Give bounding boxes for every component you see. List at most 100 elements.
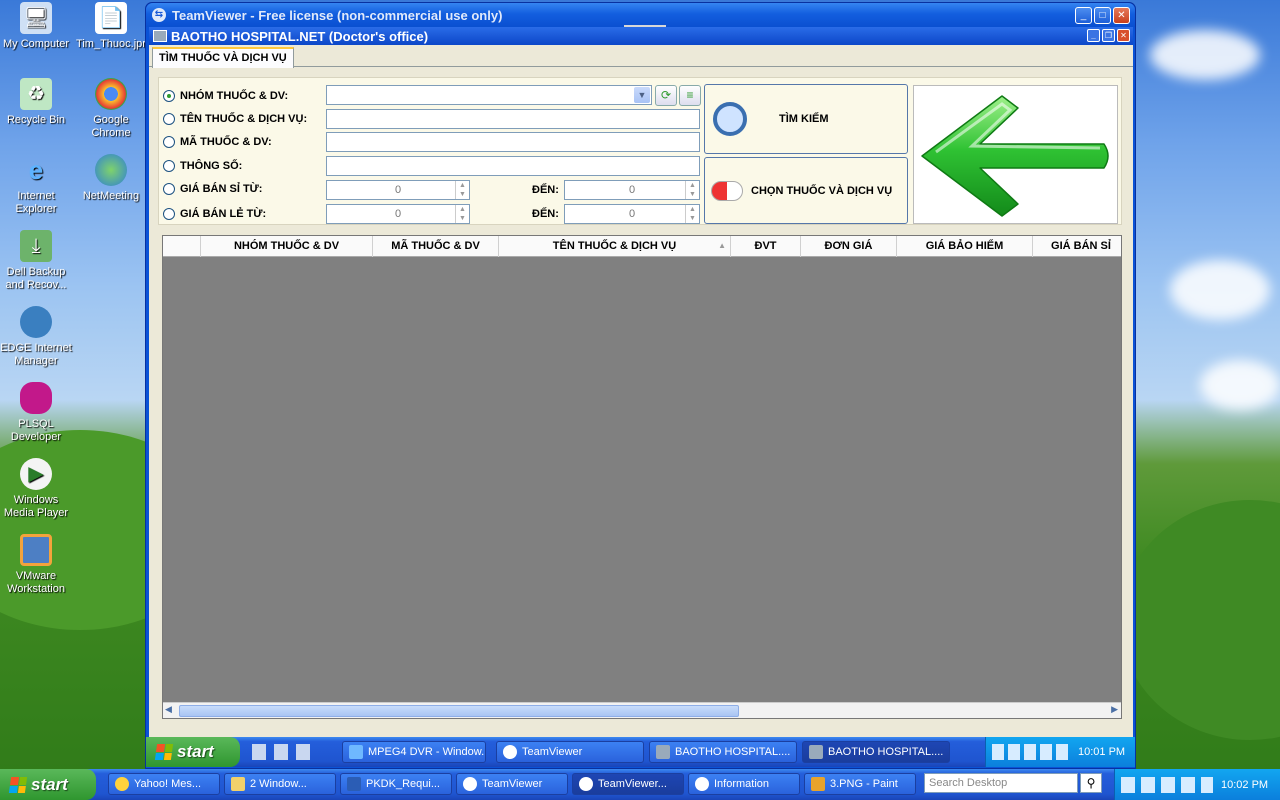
wholesale-max-stepper[interactable]: 0 ▲ ▼ [564, 180, 700, 200]
ie-icon: e [28, 154, 44, 185]
remote-task-baotho-2[interactable]: BAOTHO HOSPITAL.... [802, 741, 950, 763]
wholesale-min-stepper[interactable]: 0 ▲ ▼ [326, 180, 470, 200]
remote-start-button[interactable]: start [146, 737, 240, 767]
desktop-icon-tim-thuoc[interactable]: 📄 Tim_Thuoc.jpr [75, 2, 147, 51]
radio-button[interactable] [163, 136, 175, 148]
task-yahoo[interactable]: Yahoo! Mes... [108, 773, 220, 795]
backup-icon: ⤓ [20, 230, 52, 262]
results-grid[interactable]: NHÓM THUỐC & DV MÃ THUỐC & DV TÊN THUỐC … [162, 235, 1122, 719]
scrollbar-thumb[interactable] [179, 705, 739, 717]
task-information[interactable]: Information [688, 773, 800, 795]
start-button[interactable]: start [0, 769, 96, 800]
tray-icons[interactable] [1121, 776, 1213, 793]
teamviewer-icon [463, 777, 477, 791]
desktop-icon-netmeeting[interactable]: NetMeeting [75, 154, 147, 203]
desktop-icon-edge-manager[interactable]: EDGE Internet Manager [0, 306, 72, 368]
remote-clock[interactable]: 10:01 PM [1078, 746, 1125, 758]
tab-tim-thuoc[interactable]: TÌM THUỐC VÀ DỊCH VỤ [152, 47, 294, 68]
search-button[interactable]: TÌM KIẾM [704, 84, 908, 154]
maximize-button[interactable]: □ [1094, 7, 1111, 24]
column-header-name[interactable]: TÊN THUỐC & DỊCH VỤ ▲ [499, 236, 731, 257]
task-teamviewer-1[interactable]: TeamViewer [456, 773, 568, 795]
database-button[interactable]: ≡ [679, 85, 701, 106]
app-close-button[interactable]: ✕ [1117, 29, 1130, 42]
local-taskbar: start Yahoo! Mes... 2 Window... PKDK_Req… [0, 769, 1280, 800]
netmeeting-icon [95, 154, 127, 186]
clock[interactable]: 10:02 PM [1221, 779, 1268, 791]
desktop-search-input[interactable]: Search Desktop [924, 773, 1078, 793]
teamviewer-title: TeamViewer - Free license (non-commercia… [172, 8, 503, 23]
database-icon [20, 382, 52, 414]
horizontal-scrollbar[interactable]: ◀ ▶ [163, 702, 1121, 718]
radio-wholesale-filter[interactable]: GIÁ BÁN SỈ TỪ: [163, 180, 262, 198]
app-restore-button[interactable]: ❐ [1102, 29, 1115, 42]
radio-button[interactable] [163, 113, 175, 125]
radio-code-filter[interactable]: MÃ THUỐC & DV: [163, 133, 272, 151]
column-header-insurance-price[interactable]: GIÁ BẢO HIỂM [897, 236, 1033, 257]
spin-arrows-icon[interactable]: ▲ ▼ [685, 205, 699, 223]
search-panel: NHÓM THUỐC & DV: ▼ ⟳ ≡ TÊN THUỐC & DỊCH … [158, 77, 1122, 225]
radio-button[interactable] [163, 183, 175, 195]
teamviewer-title-bar[interactable]: ⇆ TeamViewer - Free license (non-commerc… [146, 3, 1135, 27]
desktop-icon-media-player[interactable]: ▶ Windows Media Player [0, 458, 72, 520]
column-header-wholesale-price[interactable]: GIÁ BÁN SỈ [1033, 236, 1129, 257]
column-header-selector[interactable] [163, 236, 201, 257]
teamviewer-icon [503, 745, 517, 759]
app-title-bar[interactable]: BAOTHO HOSPITAL.NET (Doctor's office) _ … [149, 27, 1133, 45]
spin-arrows-icon[interactable]: ▲ ▼ [455, 181, 469, 199]
column-header-price[interactable]: ĐƠN GIÁ [801, 236, 897, 257]
task-paint[interactable]: 3.PNG - Paint [804, 773, 916, 795]
task-windows-explorer[interactable]: 2 Window... [224, 773, 336, 795]
radio-button[interactable] [163, 160, 175, 172]
desktop-icon-my-computer[interactable]: 🖥 My Computer [0, 2, 72, 51]
radio-button[interactable] [163, 208, 175, 220]
column-header-code[interactable]: MÃ THUỐC & DV [373, 236, 499, 257]
radio-spec-filter[interactable]: THÔNG SỐ: [163, 157, 242, 175]
radio-button[interactable] [163, 90, 175, 102]
spec-input[interactable] [326, 156, 700, 176]
chevron-down-icon[interactable]: ▼ [634, 87, 650, 103]
desktop-icon-plsql[interactable]: PLSQL Developer [0, 382, 72, 444]
grid-header: NHÓM THUỐC & DV MÃ THUỐC & DV TÊN THUỐC … [163, 236, 1121, 257]
media-player-icon: ▶ [20, 458, 52, 490]
app-minimize-button[interactable]: _ [1087, 29, 1100, 42]
search-icon[interactable]: ⚲ [1080, 773, 1102, 793]
spin-arrows-icon[interactable]: ▲ ▼ [685, 181, 699, 199]
remote-system-tray: 10:01 PM [985, 737, 1135, 767]
desktop-icon-dell-backup[interactable]: ⤓ Dell Backup and Recov... [0, 230, 72, 292]
chrome-icon [95, 78, 127, 110]
computer-icon: 🖥 [20, 2, 52, 34]
app-icon [656, 745, 670, 759]
remote-task-teamviewer[interactable]: TeamViewer [496, 741, 644, 763]
desktop-icon-chrome[interactable]: Google Chrome [75, 78, 147, 140]
desktop-icon-ie[interactable]: e Internet Explorer [0, 154, 72, 216]
remote-task-mpeg4[interactable]: MPEG4 DVR - Window... [342, 741, 486, 763]
task-word-document[interactable]: PKDK_Requi... [340, 773, 452, 795]
back-arrow[interactable] [913, 85, 1118, 224]
vmware-icon [20, 534, 52, 566]
task-teamviewer-2[interactable]: TeamViewer... [572, 773, 684, 795]
retail-min-stepper[interactable]: 0 ▲ ▼ [326, 204, 470, 224]
radio-name-filter[interactable]: TÊN THUỐC & DỊCH VỤ: [163, 110, 307, 128]
column-header-group[interactable]: NHÓM THUỐC & DV [201, 236, 373, 257]
scroll-left-icon[interactable]: ◀ [165, 704, 172, 715]
minimize-button[interactable]: _ [1075, 7, 1092, 24]
desktop-icon-recycle-bin[interactable]: ♻ Recycle Bin [0, 78, 72, 127]
system-tray: 10:02 PM [1114, 769, 1280, 800]
group-dropdown[interactable]: ▼ [326, 85, 652, 105]
desktop-icon-vmware[interactable]: VMware Workstation [0, 534, 72, 596]
refresh-button[interactable]: ⟳ [655, 85, 677, 106]
scroll-right-icon[interactable]: ▶ [1111, 704, 1118, 715]
close-button[interactable]: ✕ [1113, 7, 1130, 24]
radio-group-filter[interactable]: NHÓM THUỐC & DV: [163, 87, 288, 105]
retail-max-stepper[interactable]: 0 ▲ ▼ [564, 204, 700, 224]
spin-arrows-icon[interactable]: ▲ ▼ [455, 205, 469, 223]
quick-launch-icons[interactable] [252, 744, 314, 760]
select-medicine-button[interactable]: CHỌN THUỐC VÀ DỊCH VỤ [704, 157, 908, 224]
radio-retail-filter[interactable]: GIÁ BÁN LẺ TỪ: [163, 205, 266, 223]
tray-icons[interactable] [992, 744, 1070, 760]
name-input[interactable] [326, 109, 700, 129]
column-header-unit[interactable]: ĐVT [731, 236, 801, 257]
code-input[interactable] [326, 132, 700, 152]
remote-task-baotho-1[interactable]: BAOTHO HOSPITAL.... [649, 741, 797, 763]
